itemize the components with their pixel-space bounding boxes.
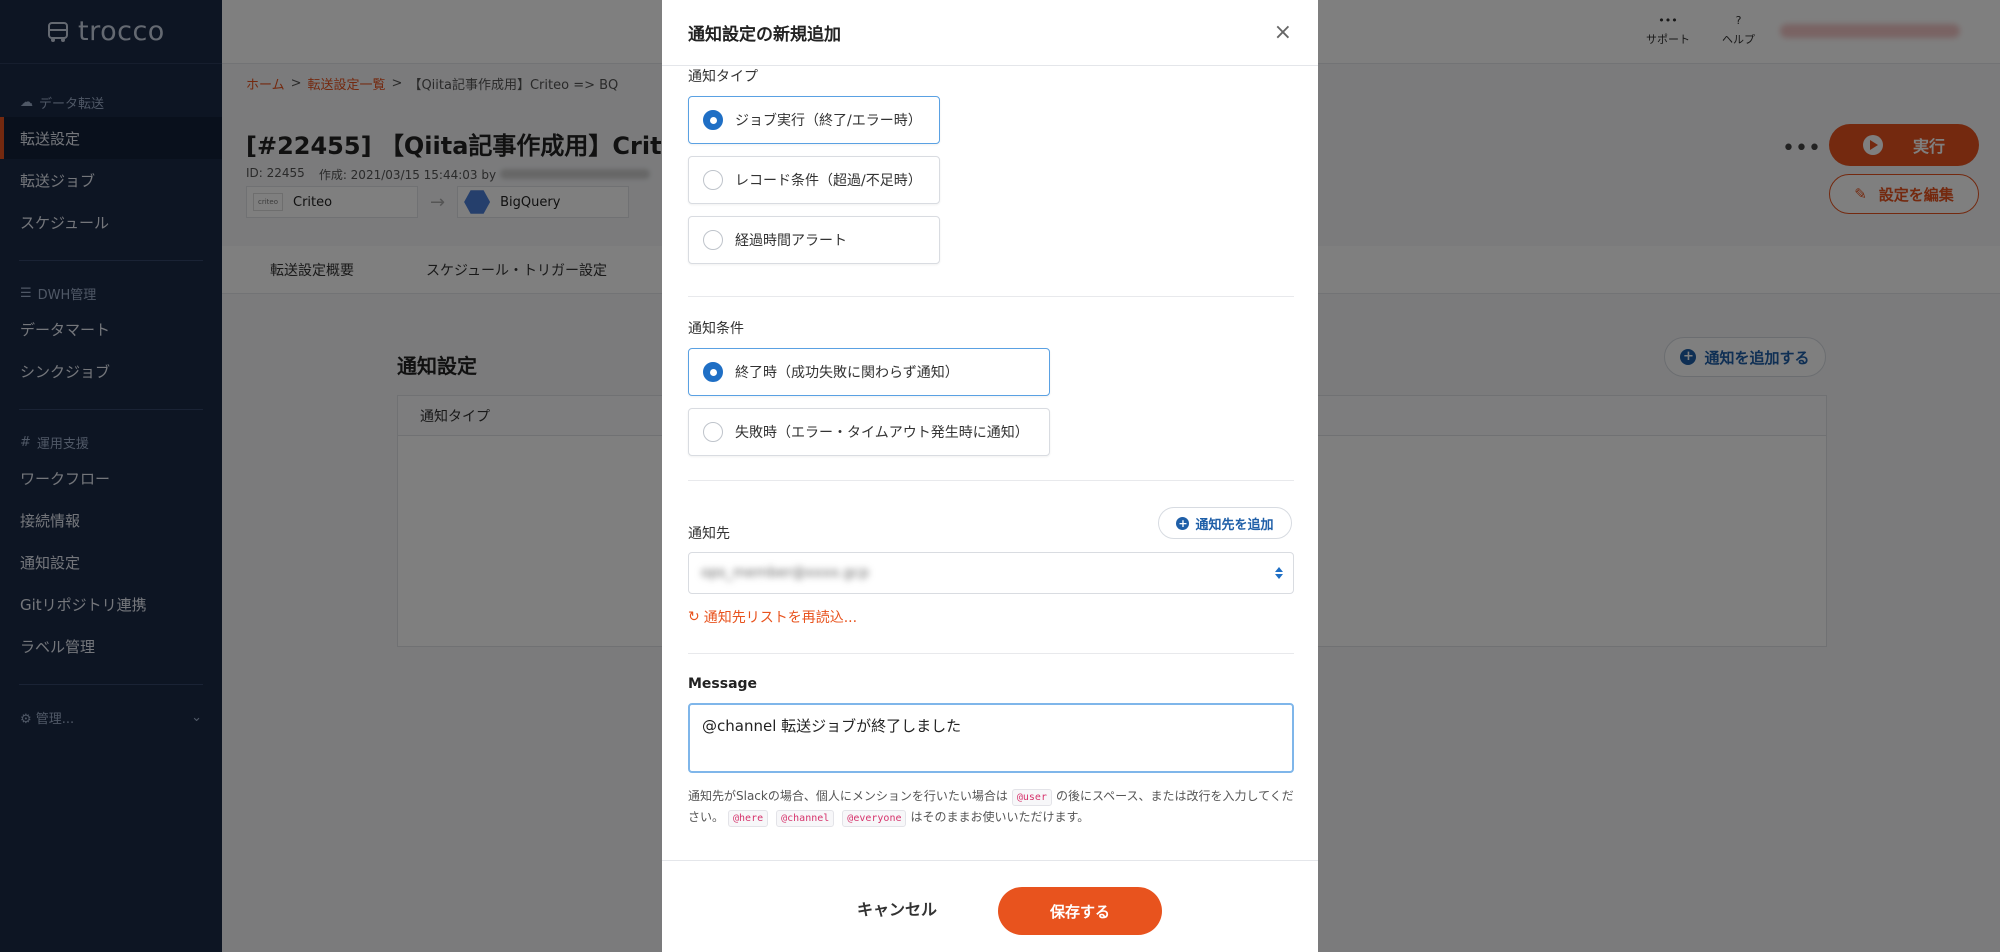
radio-icon: [703, 170, 723, 190]
close-icon[interactable]: ×: [1274, 20, 1292, 45]
code-tag-here: @here: [728, 810, 769, 827]
message-help-text: 通知先がSlackの場合、個人にメンションを行いたい場合は @user の後にスペー…: [688, 786, 1298, 828]
modal-divider: [688, 296, 1294, 297]
destination-select[interactable]: ops_member@xxxx.gcp: [688, 552, 1294, 594]
type-option-label: ジョブ実行（終了/エラー時）: [735, 113, 922, 129]
message-label: Message: [688, 676, 758, 692]
code-tag-channel: @channel: [776, 810, 835, 827]
code-tag-everyone: @everyone: [842, 810, 907, 827]
radio-selected-icon: [703, 110, 723, 130]
destination-label: 通知先: [688, 526, 730, 542]
modal-divider: [688, 480, 1294, 481]
message-textarea[interactable]: @channel 転送ジョブが終了しました: [688, 703, 1294, 773]
destination-value: ops_member@xxxx.gcp: [701, 565, 869, 581]
add-destination-button[interactable]: + 通知先を追加: [1158, 507, 1292, 539]
condition-option-failure[interactable]: 失敗時（エラー・タイムアウト発生時に通知）: [688, 408, 1050, 456]
new-notification-modal: 通知設定の新規追加 × 通知タイプ ジョブ実行（終了/エラー時） レコード条件（…: [662, 0, 1318, 952]
type-option-elapsed[interactable]: 経過時間アラート: [688, 216, 940, 264]
help-text-pre: 通知先がSlackの場合、個人にメンションを行いたい場合は: [688, 789, 1008, 803]
radio-icon: [703, 422, 723, 442]
radio-selected-icon: [703, 362, 723, 382]
select-caret-icon: [1275, 567, 1283, 579]
radio-icon: [703, 230, 723, 250]
condition-option-label: 失敗時（エラー・タイムアウト発生時に通知）: [735, 425, 1029, 441]
help-text-post: はそのままお使いいただけます。: [910, 810, 1090, 824]
notification-type-label: 通知タイプ: [688, 69, 758, 85]
plus-circle-icon: +: [1176, 516, 1190, 530]
type-option-label: レコード条件（超過/不足時）: [735, 173, 922, 189]
reload-label: 通知先リストを再読込...: [703, 610, 858, 626]
type-option-record[interactable]: レコード条件（超過/不足時）: [688, 156, 940, 204]
condition-option-label: 終了時（成功失敗に関わらず通知）: [735, 365, 959, 381]
save-button[interactable]: 保存する: [998, 887, 1162, 935]
type-option-job[interactable]: ジョブ実行（終了/エラー時）: [688, 96, 940, 144]
notification-condition-label: 通知条件: [688, 321, 744, 337]
modal-divider: [688, 653, 1294, 654]
type-option-label: 経過時間アラート: [735, 233, 847, 249]
add-destination-label: 通知先を追加: [1195, 517, 1274, 533]
reload-destinations-link[interactable]: ↻ 通知先リストを再読込...: [688, 607, 857, 627]
code-tag-user: @user: [1011, 789, 1052, 806]
refresh-icon: ↻: [688, 609, 700, 625]
cancel-button[interactable]: キャンセル: [832, 888, 962, 928]
modal-header: 通知設定の新規追加 ×: [662, 0, 1318, 66]
modal-footer: キャンセル 保存する: [662, 860, 1318, 952]
condition-option-finish[interactable]: 終了時（成功失敗に関わらず通知）: [688, 348, 1050, 396]
modal-title: 通知設定の新規追加: [688, 25, 841, 45]
